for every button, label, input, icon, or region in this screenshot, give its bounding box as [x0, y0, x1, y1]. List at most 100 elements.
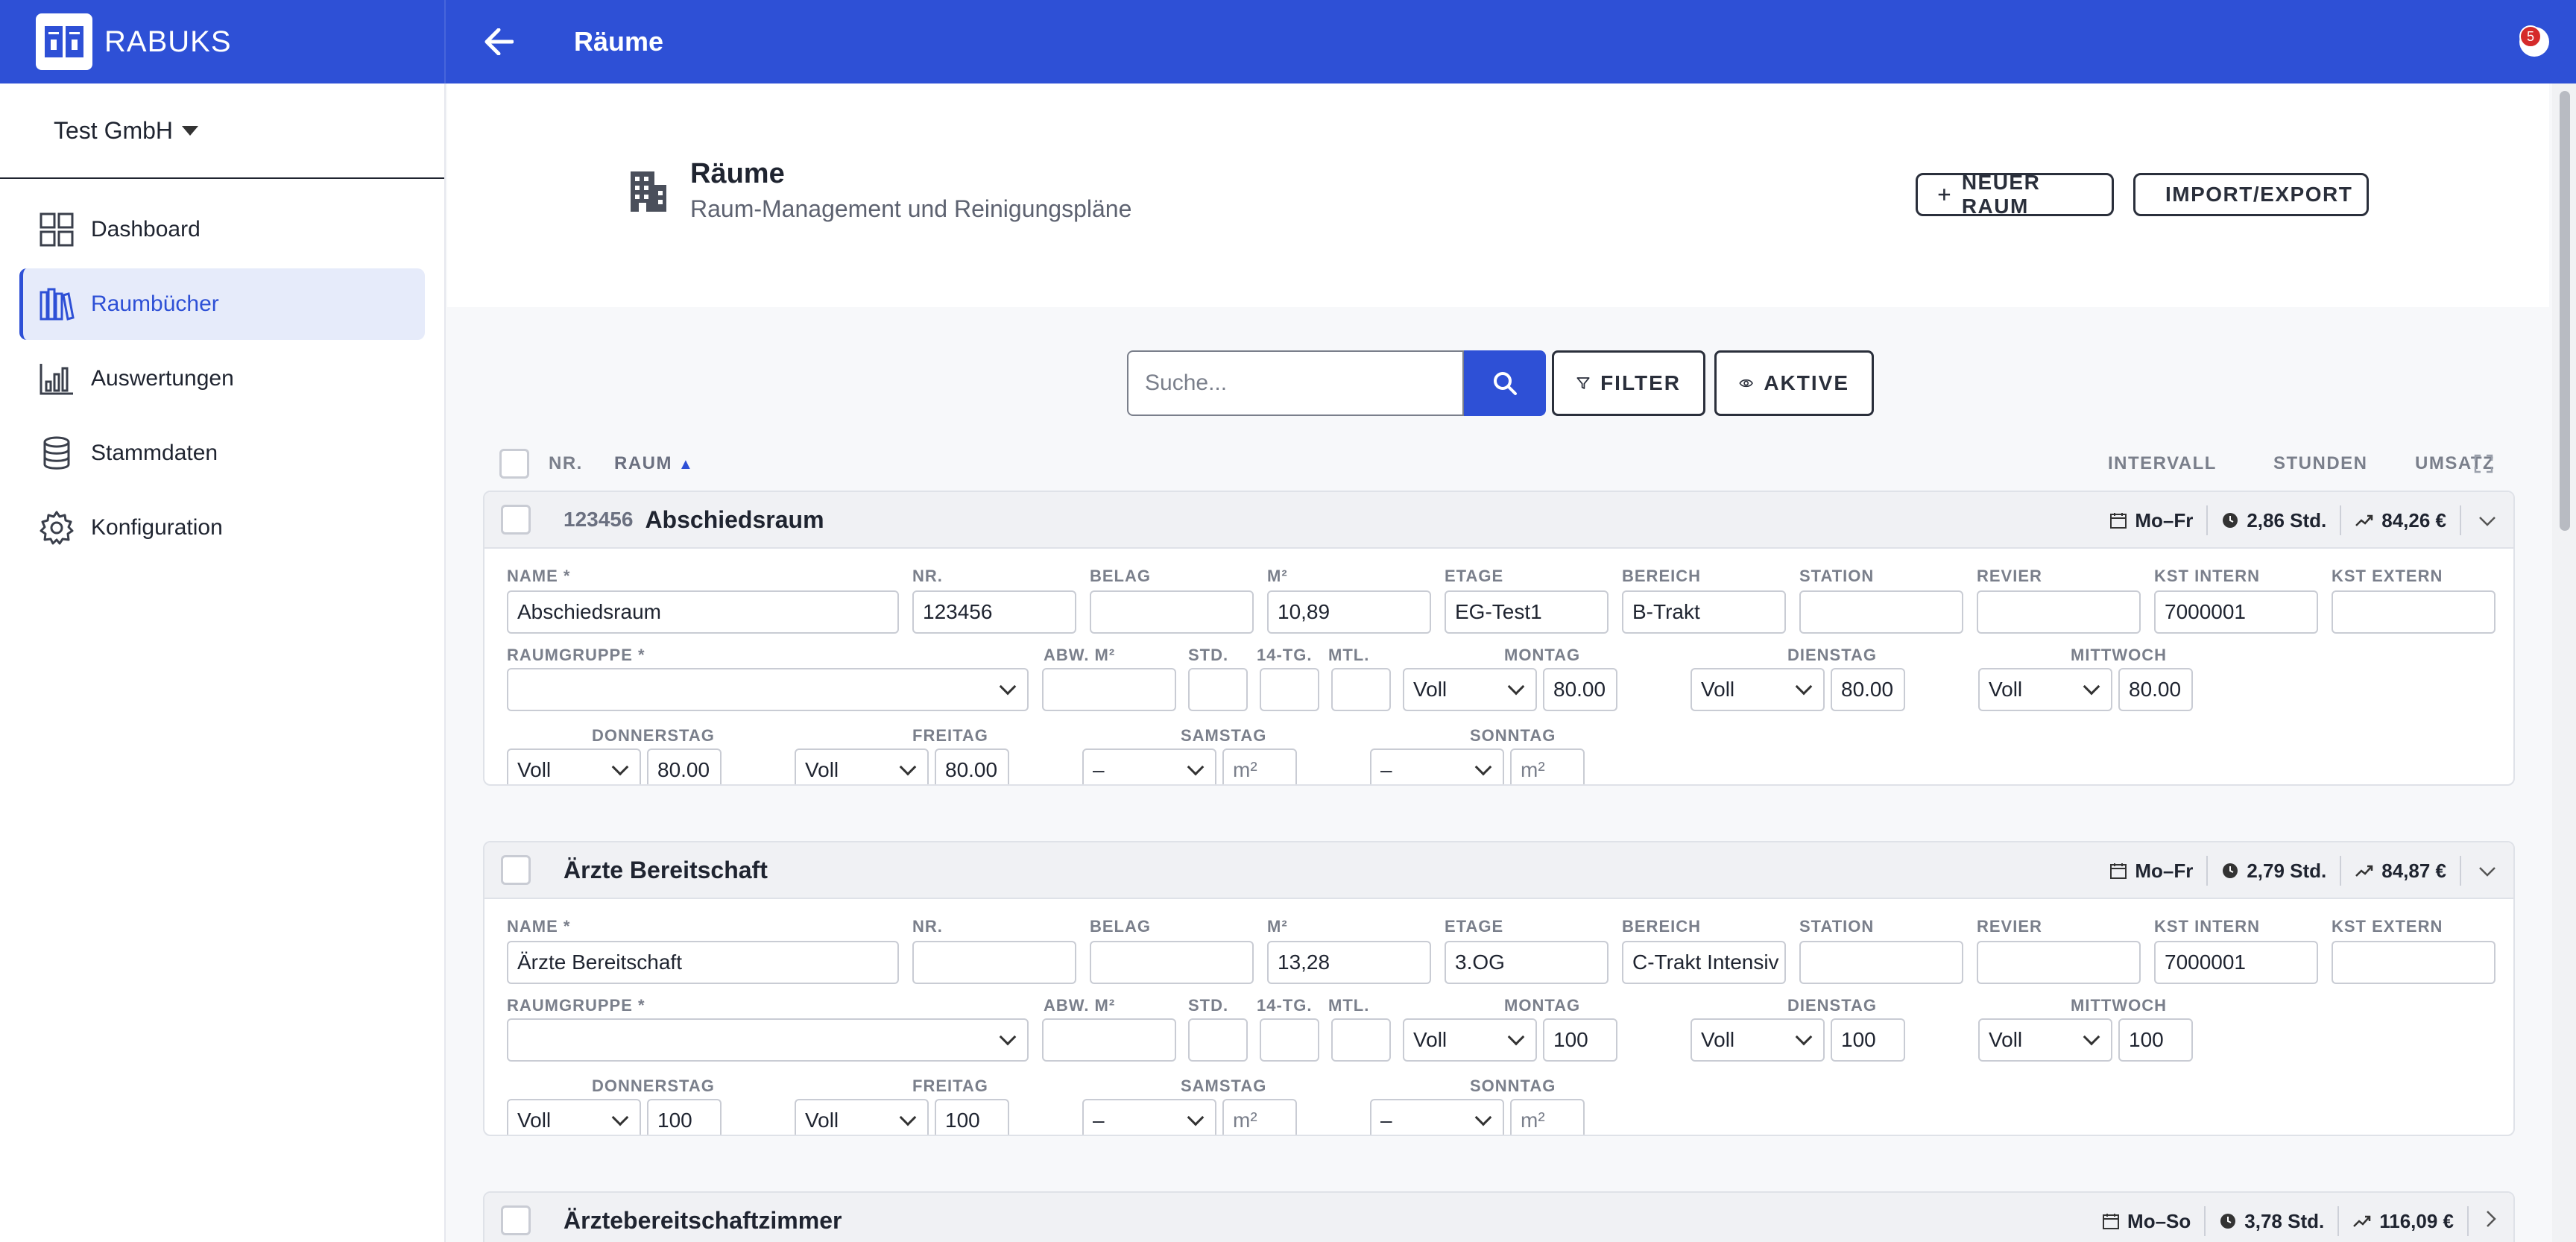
scrollbar-track[interactable] [2552, 83, 2576, 1242]
sonntag-m2-input[interactable]: m² [1510, 748, 1585, 784]
m2-input[interactable]: 13,28 [1267, 941, 1431, 984]
samstag-select[interactable]: – [1082, 1099, 1216, 1135]
dienstag-select[interactable]: Voll [1690, 668, 1825, 711]
etage-input[interactable]: 3.OG [1445, 941, 1609, 984]
expand-all-icon[interactable] [2473, 453, 2494, 474]
revier-input[interactable] [1977, 941, 2141, 984]
sidebar-item-dashboard[interactable]: Dashboard [19, 194, 425, 265]
mittwoch-select[interactable]: Voll [1978, 668, 2112, 711]
dienstag-select[interactable]: Voll [1690, 1018, 1825, 1062]
sidebar-nav: Dashboard Raumbücher Auswertungen Stammd… [0, 179, 444, 581]
room-checkbox[interactable] [501, 505, 531, 535]
mtl-input[interactable] [1331, 668, 1391, 711]
column-raum-label: RAUM [614, 453, 672, 473]
14tg-input[interactable] [1260, 668, 1319, 711]
expand-button[interactable] [2469, 1209, 2497, 1234]
select-all-checkbox[interactable] [499, 449, 529, 479]
header-title: Räume [690, 158, 785, 189]
freitag-select[interactable]: Voll [795, 748, 929, 784]
raumgruppe-select[interactable] [507, 1018, 1029, 1062]
label-dienstag: DIENSTAG [1787, 646, 1878, 664]
label-mtl: MTL. [1328, 996, 1370, 1015]
column-raum[interactable]: RAUM ▲ [614, 453, 694, 474]
montag-value-input[interactable]: 100 [1543, 1018, 1617, 1062]
label-nr: NR. [912, 567, 943, 585]
filter-button[interactable]: FILTER [1552, 350, 1705, 416]
dienstag-value-input[interactable]: 100 [1831, 1018, 1905, 1062]
brand[interactable]: RABUKS [0, 0, 446, 83]
bereich-input[interactable]: B-Trakt [1622, 590, 1786, 634]
aktive-button[interactable]: AKTIVE [1714, 350, 1874, 416]
sidebar-item-raumbuecher[interactable]: Raumbücher [19, 268, 425, 340]
abw-m2-input[interactable] [1042, 1018, 1176, 1062]
donnerstag-value-input[interactable]: 80.00 [647, 748, 722, 784]
collapse-button[interactable] [2461, 509, 2497, 532]
room-header[interactable]: Ärztebereitschaftzimmer Mo–So 3,78 Std. … [484, 1193, 2513, 1242]
company-selector[interactable]: Test GmbH [0, 83, 444, 179]
kst-intern-input[interactable]: 7000001 [2154, 590, 2318, 634]
back-button[interactable] [473, 16, 525, 68]
sonntag-select[interactable]: – [1370, 1099, 1504, 1135]
sonntag-m2-input[interactable]: m² [1510, 1099, 1585, 1135]
donnerstag-select[interactable]: Voll [507, 1099, 641, 1135]
column-stunden[interactable]: STUNDEN [2273, 453, 2368, 474]
room-name: Ärztebereitschaftzimmer [564, 1206, 842, 1234]
montag-select[interactable]: Voll [1403, 1018, 1537, 1062]
room-checkbox[interactable] [501, 1205, 531, 1235]
montag-value-input[interactable]: 80.00 [1543, 668, 1617, 711]
sidebar-item-auswertungen[interactable]: Auswertungen [19, 343, 425, 414]
revier-input[interactable] [1977, 590, 2141, 634]
14tg-input[interactable] [1260, 1018, 1319, 1062]
belag-input[interactable] [1090, 941, 1254, 984]
column-intervall[interactable]: INTERVALL [2108, 453, 2217, 474]
std-input[interactable] [1188, 668, 1248, 711]
scrollbar-thumb[interactable] [2560, 91, 2570, 531]
column-nr[interactable]: NR. [549, 453, 583, 474]
import-export-button[interactable]: IMPORT/EXPORT [2133, 173, 2369, 216]
mittwoch-select-value: Voll [1989, 678, 2023, 701]
m2-input[interactable]: 10,89 [1267, 590, 1431, 634]
search-bar [1127, 350, 1546, 416]
samstag-m2-input[interactable]: m² [1222, 748, 1297, 784]
abw-m2-input[interactable] [1042, 668, 1176, 711]
name-input[interactable]: Ärzte Bereitschaft [507, 941, 899, 984]
sonntag-select[interactable]: – [1370, 748, 1504, 784]
freitag-select[interactable]: Voll [795, 1099, 929, 1135]
sidebar-item-konfiguration[interactable]: Konfiguration [19, 492, 425, 564]
new-room-button[interactable]: NEUER RAUM [1916, 171, 2114, 218]
mittwoch-value-input[interactable]: 80.00 [2118, 668, 2193, 711]
name-input[interactable]: Abschiedsraum [507, 590, 899, 634]
station-input[interactable] [1799, 941, 1963, 984]
kst-extern-input[interactable] [2332, 590, 2496, 634]
donnerstag-value-input[interactable]: 100 [647, 1099, 722, 1135]
etage-input[interactable]: EG-Test1 [1445, 590, 1609, 634]
samstag-m2-input[interactable]: m² [1222, 1099, 1297, 1135]
nr-input[interactable] [912, 941, 1076, 984]
bereich-input[interactable]: C-Trakt Intensiv [1622, 941, 1786, 984]
mtl-input[interactable] [1331, 1018, 1391, 1062]
mittwoch-select[interactable]: Voll [1978, 1018, 2112, 1062]
search-button[interactable] [1464, 350, 1546, 416]
donnerstag-select[interactable]: Voll [507, 748, 641, 784]
label-mittwoch: MITTWOCH [2071, 996, 2167, 1015]
kst-intern-input[interactable]: 7000001 [2154, 941, 2318, 984]
freitag-value-input[interactable]: 100 [935, 1099, 1009, 1135]
kst-extern-input[interactable] [2332, 941, 2496, 984]
station-input[interactable] [1799, 590, 1963, 634]
mittwoch-value-input[interactable]: 100 [2118, 1018, 2193, 1062]
std-input[interactable] [1188, 1018, 1248, 1062]
freitag-value-input[interactable]: 80.00 [935, 748, 1009, 784]
samstag-select[interactable]: – [1082, 748, 1216, 784]
montag-select[interactable]: Voll [1403, 668, 1537, 711]
collapse-button[interactable] [2461, 860, 2497, 883]
chevron-right-icon [2487, 1210, 2496, 1227]
dienstag-value-input[interactable]: 80.00 [1831, 668, 1905, 711]
nr-input[interactable]: 123456 [912, 590, 1076, 634]
sidebar-item-stammdaten[interactable]: Stammdaten [19, 417, 425, 489]
room-checkbox[interactable] [501, 855, 531, 885]
belag-input[interactable] [1090, 590, 1254, 634]
search-input[interactable] [1127, 350, 1464, 416]
room-header[interactable]: Ärzte Bereitschaft Mo–Fr 2,79 Std. 84,87… [484, 842, 2513, 899]
raumgruppe-select[interactable] [507, 668, 1029, 711]
room-header[interactable]: 123456 Abschiedsraum Mo–Fr 2,86 Std. 84,… [484, 492, 2513, 549]
